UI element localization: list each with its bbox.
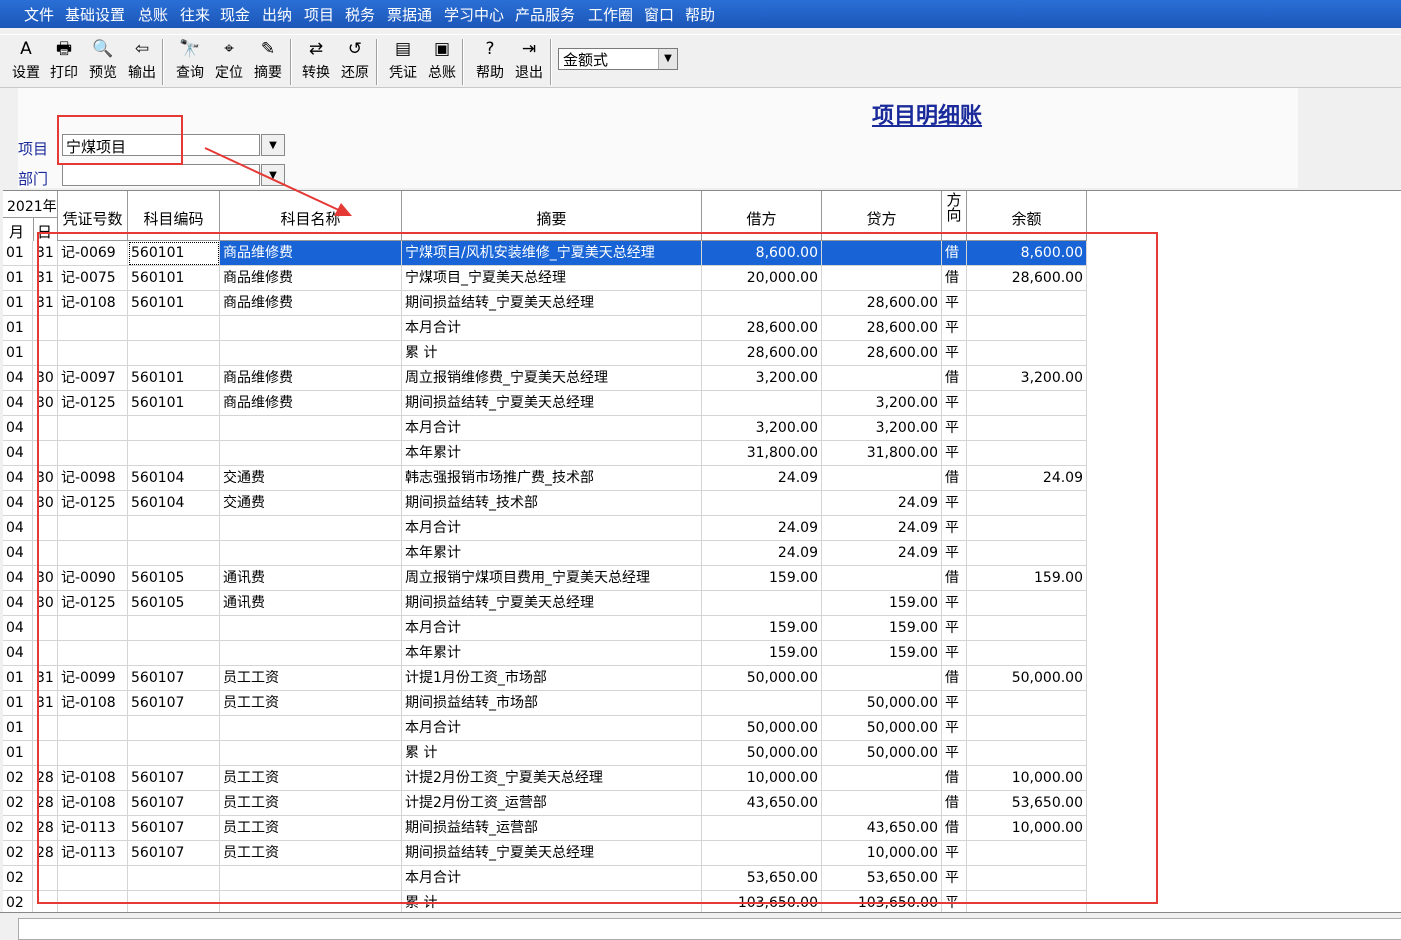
annotation-arrow-icon bbox=[204, 147, 352, 216]
